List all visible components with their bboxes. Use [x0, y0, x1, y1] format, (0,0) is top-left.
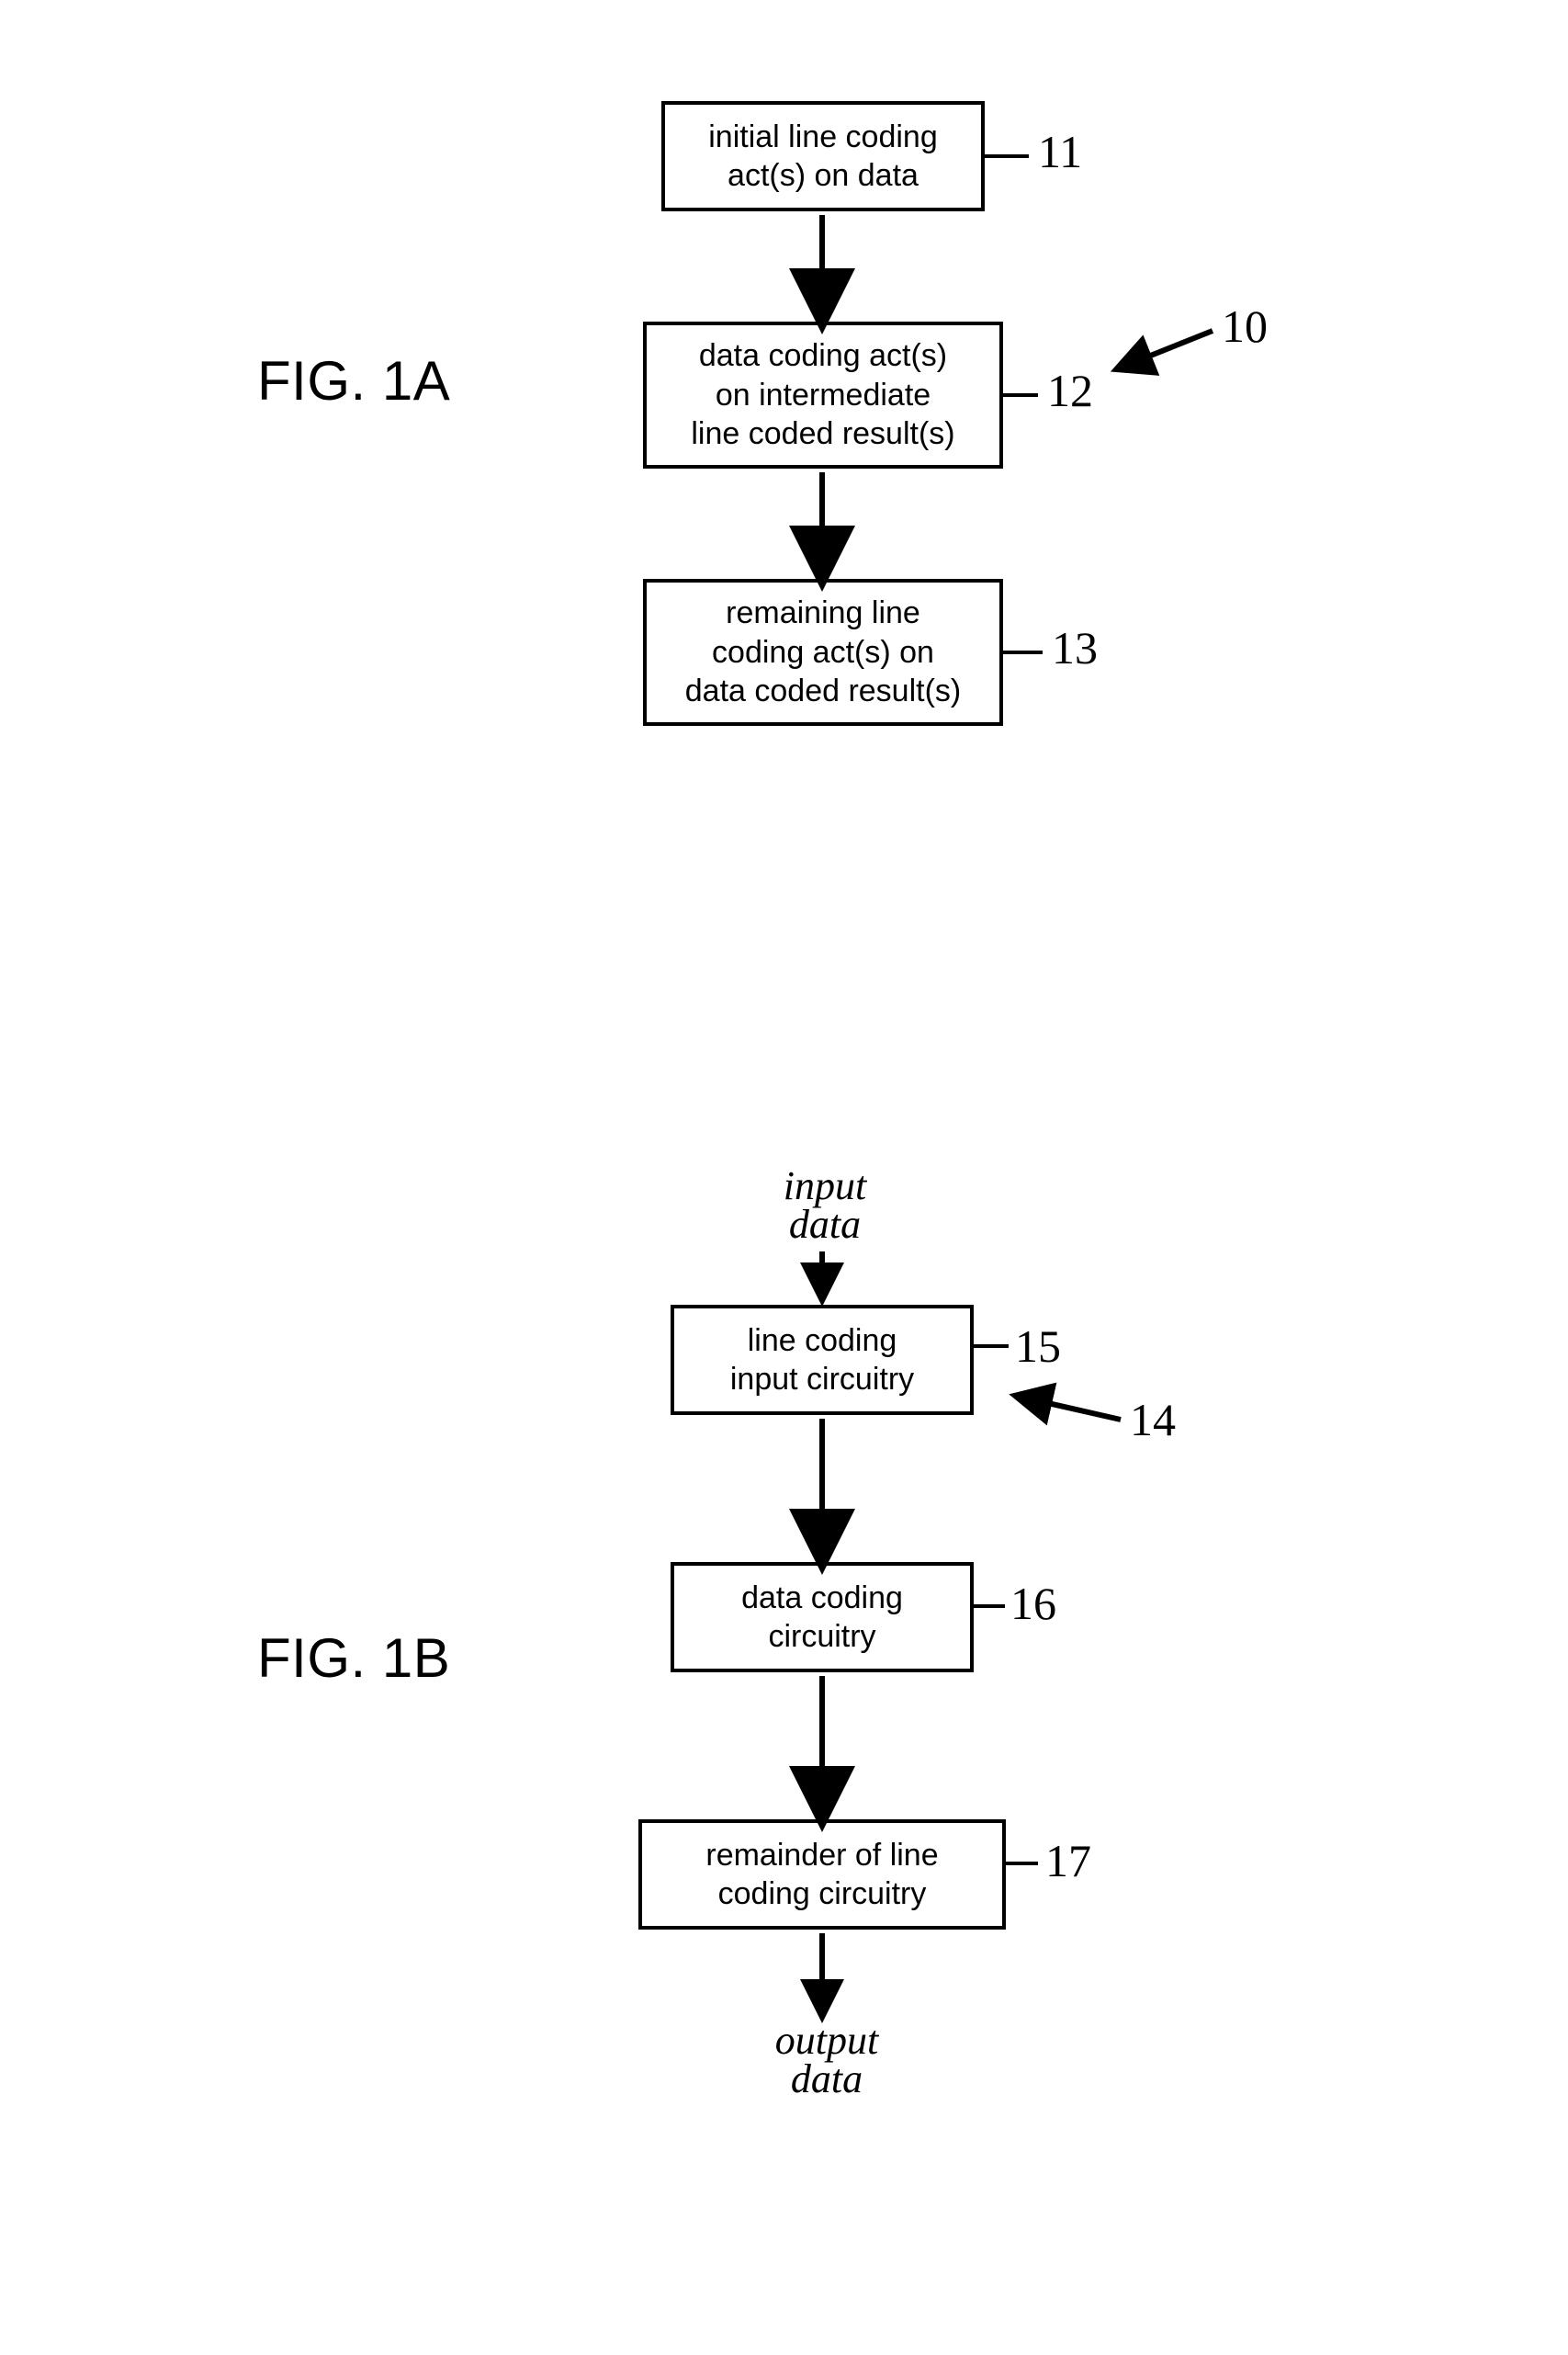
ref-11: 11 — [1038, 129, 1082, 175]
box-15: line coding input circuitry — [671, 1305, 974, 1415]
box-11: initial line coding act(s) on data — [661, 101, 985, 211]
leader-10 — [1121, 331, 1213, 368]
box-16-text: data coding circuitry — [741, 1579, 903, 1657]
box-13-text: remaining line coding act(s) on data cod… — [685, 594, 962, 711]
box-17-text: remainder of line coding circuitry — [705, 1836, 938, 1914]
ref-12: 12 — [1047, 368, 1093, 413]
box-12-text: data coding act(s) on intermediate line … — [691, 336, 954, 454]
ref-13: 13 — [1052, 625, 1098, 671]
output-data-label: output data — [753, 2021, 900, 2099]
box-12: data coding act(s) on intermediate line … — [643, 322, 1003, 469]
box-15-text: line coding input circuitry — [730, 1321, 914, 1399]
box-17: remainder of line coding circuitry — [638, 1819, 1006, 1930]
ref-15: 15 — [1015, 1323, 1061, 1369]
ref-10: 10 — [1222, 303, 1268, 349]
ref-17: 17 — [1045, 1838, 1091, 1884]
leader-14 — [1020, 1397, 1121, 1420]
figure-label-1a: FIG. 1A — [257, 349, 450, 413]
box-11-text: initial line coding act(s) on data — [708, 118, 938, 196]
figure-label-1b: FIG. 1B — [257, 1626, 450, 1690]
ref-16: 16 — [1010, 1580, 1056, 1626]
ref-14: 14 — [1130, 1397, 1176, 1443]
input-data-label: input data — [761, 1167, 889, 1244]
box-16: data coding circuitry — [671, 1562, 974, 1672]
box-13: remaining line coding act(s) on data cod… — [643, 579, 1003, 726]
page: FIG. 1A initial line coding act(s) on da… — [0, 0, 1568, 2355]
